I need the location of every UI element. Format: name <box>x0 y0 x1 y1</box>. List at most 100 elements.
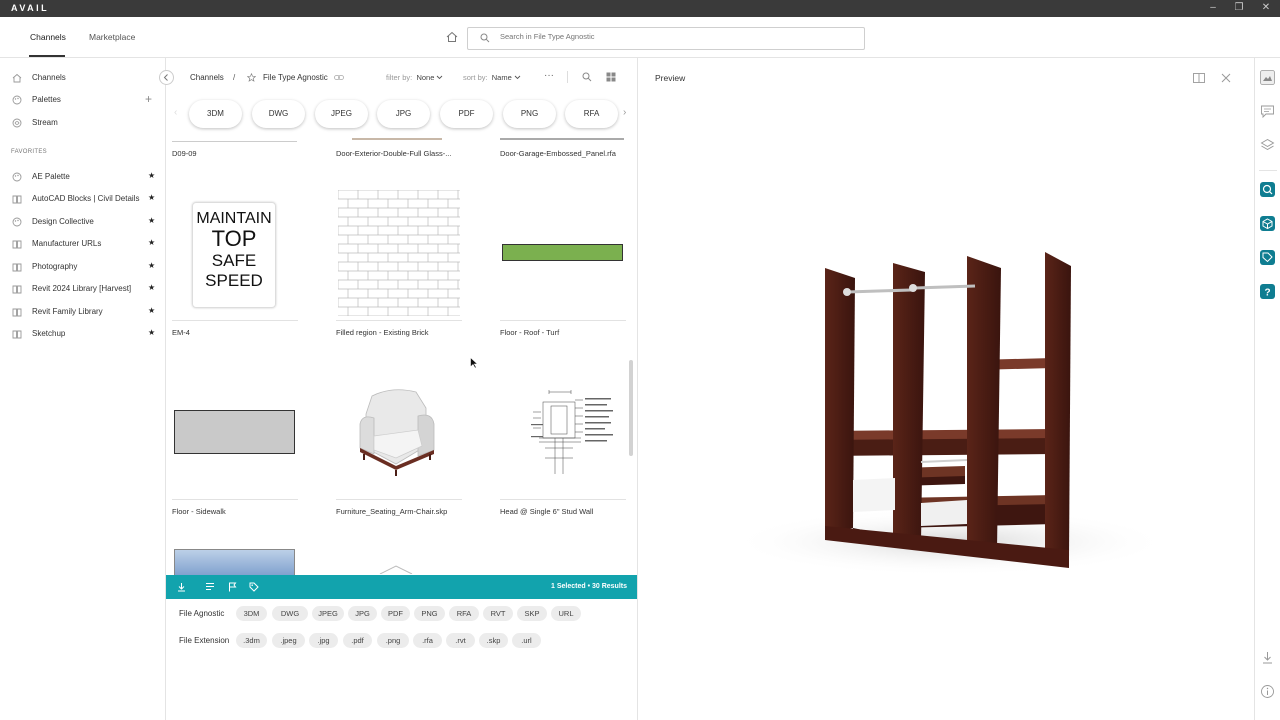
layers-icon[interactable] <box>1260 138 1275 153</box>
card-label[interactable]: Filled region - Existing Brick <box>336 328 429 337</box>
sidebar-item-autocad-blocks[interactable]: AutoCAD Blocks | Civil Details ★ <box>0 189 166 209</box>
browse-panel: Channels / File Type Agnostic filter by:… <box>159 58 638 720</box>
star-icon[interactable]: ★ <box>148 171 155 180</box>
maximize-button[interactable]: ❐ <box>1232 2 1246 13</box>
tag-icon[interactable] <box>1260 250 1275 265</box>
tag-chip[interactable]: 3DM <box>236 606 267 621</box>
right-toolbar: ? <box>1254 58 1280 720</box>
sidebar-item-manufacturer-urls[interactable]: Manufacturer URLs ★ <box>0 234 166 254</box>
home-icon[interactable] <box>446 31 458 43</box>
sort-by-dropdown[interactable]: sort by: Name <box>463 73 521 82</box>
card-thumbnail-brick[interactable] <box>338 190 460 316</box>
grid-view-icon[interactable] <box>606 72 616 82</box>
sidebar-item-stream[interactable]: Stream <box>0 113 166 133</box>
card-thumbnail-wall-detail[interactable] <box>531 388 621 480</box>
pill-scroll-left-icon[interactable]: ‹ <box>174 107 177 118</box>
collapse-sidebar-button[interactable] <box>159 70 174 85</box>
star-outline-icon[interactable] <box>247 73 256 82</box>
card-thumbnail-sidewalk[interactable] <box>174 410 295 454</box>
card-label[interactable]: Furniture_Seating_Arm-Chair.skp <box>336 507 447 516</box>
tag-chip[interactable]: .3dm <box>236 633 267 648</box>
image-preview-icon[interactable] <box>1260 70 1275 85</box>
sidebar-item-revit-family-library[interactable]: Revit Family Library ★ <box>0 302 166 322</box>
tag-chip[interactable]: SKP <box>517 606 547 621</box>
filter-pill-png[interactable]: PNG <box>503 100 556 128</box>
filter-pill-jpg[interactable]: JPG <box>377 100 430 128</box>
search-circle-icon[interactable] <box>1260 182 1275 197</box>
card-thumbnail-armchair[interactable] <box>352 384 440 476</box>
star-icon[interactable]: ★ <box>148 193 155 202</box>
tag-chip[interactable]: .url <box>512 633 541 648</box>
minimize-button[interactable]: – <box>1206 2 1220 13</box>
filter-pill-pdf[interactable]: PDF <box>440 100 493 128</box>
card-thumbnail-partial[interactable] <box>174 549 295 575</box>
card-label[interactable]: Floor - Sidewalk <box>172 507 226 516</box>
sidebar-item-sketchup[interactable]: Sketchup ★ <box>0 324 166 344</box>
tag-chip[interactable]: .png <box>377 633 409 648</box>
filter-pill-jpeg[interactable]: JPEG <box>315 100 368 128</box>
star-icon[interactable]: ★ <box>148 306 155 315</box>
link-icon[interactable] <box>334 74 344 81</box>
grid-scrollbar[interactable] <box>629 360 633 456</box>
tag-chip[interactable]: RFA <box>449 606 479 621</box>
pill-scroll-right-icon[interactable]: › <box>623 107 626 118</box>
card-label[interactable]: EM-4 <box>172 328 190 337</box>
star-icon[interactable]: ★ <box>148 238 155 247</box>
star-icon[interactable]: ★ <box>148 283 155 292</box>
filter-by-dropdown[interactable]: filter by: None <box>386 73 443 82</box>
tag-chip[interactable]: .skp <box>479 633 508 648</box>
tag-chip[interactable]: .pdf <box>343 633 372 648</box>
close-icon[interactable] <box>1221 73 1231 83</box>
tag-chip[interactable]: DWG <box>272 606 308 621</box>
tag-chip[interactable]: .jpg <box>309 633 338 648</box>
search-box[interactable] <box>467 27 865 50</box>
star-icon[interactable]: ★ <box>148 216 155 225</box>
tag-chip[interactable]: .rfa <box>413 633 442 648</box>
tab-marketplace[interactable]: Marketplace <box>89 32 135 42</box>
tag-chip[interactable]: PDF <box>381 606 410 621</box>
tag-chip[interactable]: PNG <box>414 606 445 621</box>
card-label[interactable]: Door-Garage-Embossed_Panel.rfa <box>500 149 616 158</box>
sidebar-item-revit-2024-library[interactable]: Revit 2024 Library [Harvest] ★ <box>0 279 166 299</box>
breadcrumb-root[interactable]: Channels <box>190 73 224 82</box>
card-thumbnail-turf[interactable] <box>502 244 623 261</box>
close-window-button[interactable]: ✕ <box>1259 2 1273 13</box>
sidebar-item-photography[interactable]: Photography ★ <box>0 257 166 277</box>
tag-chip[interactable]: JPG <box>348 606 377 621</box>
card-label[interactable]: D09-09 <box>172 149 197 158</box>
tag-icon[interactable] <box>249 582 259 592</box>
tag-chip[interactable]: JPEG <box>312 606 344 621</box>
sidebar-item-channels[interactable]: Channels <box>0 68 166 88</box>
comment-icon[interactable] <box>1260 104 1275 119</box>
tag-chip[interactable]: .jpeg <box>272 633 305 648</box>
split-view-icon[interactable] <box>1193 73 1205 83</box>
tag-chip[interactable]: URL <box>551 606 581 621</box>
tag-chip[interactable]: RVT <box>483 606 513 621</box>
help-icon[interactable]: ? <box>1260 284 1275 299</box>
card-thumbnail-partial[interactable] <box>376 562 416 574</box>
cube-icon[interactable] <box>1260 216 1275 231</box>
filter-pill-3dm[interactable]: 3DM <box>189 100 242 128</box>
tag-chip[interactable]: .rvt <box>446 633 475 648</box>
filter-pill-dwg[interactable]: DWG <box>252 100 305 128</box>
info-icon[interactable] <box>1260 684 1275 699</box>
tab-channels[interactable]: Channels <box>30 32 66 42</box>
card-label[interactable]: Door-Exterior-Double-Full Glass-... <box>336 149 451 158</box>
download-icon[interactable] <box>177 582 186 592</box>
search-input[interactable] <box>500 32 850 41</box>
filter-pill-rfa[interactable]: RFA <box>565 100 618 128</box>
add-palette-button[interactable]: + <box>145 92 152 106</box>
zoom-icon[interactable] <box>582 72 592 82</box>
more-options-button[interactable]: ··· <box>544 70 554 81</box>
flag-icon[interactable] <box>228 582 237 592</box>
card-label[interactable]: Head @ Single 6" Stud Wall <box>500 507 593 516</box>
card-label[interactable]: Floor - Roof - Turf <box>500 328 559 337</box>
star-icon[interactable]: ★ <box>148 261 155 270</box>
sidebar-item-palettes[interactable]: Palettes + <box>0 90 166 110</box>
details-icon[interactable] <box>205 582 215 591</box>
card-thumbnail-em4[interactable]: MAINTAIN TOP SAFE SPEED <box>192 202 276 308</box>
sidebar-item-ae-palette[interactable]: AE Palette ★ <box>0 167 166 187</box>
sidebar-item-design-collective[interactable]: Design Collective ★ <box>0 212 166 232</box>
download-icon[interactable] <box>1260 650 1275 665</box>
star-icon[interactable]: ★ <box>148 328 155 337</box>
